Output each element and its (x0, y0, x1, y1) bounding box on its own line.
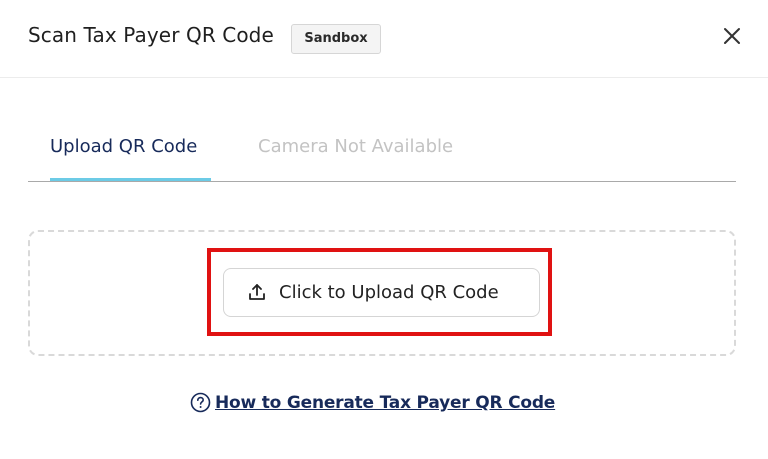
active-tab-indicator (50, 178, 211, 181)
upload-qr-button[interactable]: Click to Upload QR Code (223, 268, 540, 317)
tab-upload-qr-code[interactable]: Upload QR Code (50, 135, 197, 159)
close-button[interactable] (718, 22, 746, 50)
close-icon (724, 28, 740, 44)
dialog-title: Scan Tax Payer QR Code (28, 23, 274, 47)
dialog-header: Scan Tax Payer QR Code Sandbox (0, 0, 768, 78)
scan-qr-dialog: Scan Tax Payer QR Code Sandbox Upload QR… (0, 0, 768, 459)
help-link-label: How to Generate Tax Payer QR Code (215, 393, 556, 413)
help-circle-icon (190, 392, 211, 413)
tab-camera: Camera Not Available (258, 136, 454, 157)
tab-bar: Upload QR Code Camera Not Available (28, 120, 736, 182)
upload-icon (249, 284, 265, 300)
upload-button-label: Click to Upload QR Code (279, 282, 499, 303)
environment-badge: Sandbox (291, 24, 381, 54)
